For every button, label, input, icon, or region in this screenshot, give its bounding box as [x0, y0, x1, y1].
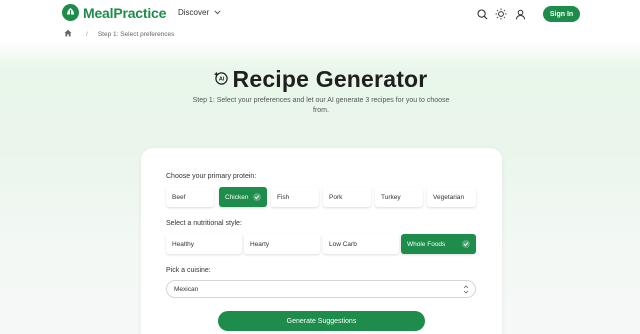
option-label: Fish — [277, 193, 290, 201]
sign-in-button[interactable]: Sign In — [543, 6, 580, 22]
discover-label: Discover — [178, 8, 210, 17]
style-option-healthy[interactable]: Healthy — [166, 234, 242, 254]
protein-option-turkey[interactable]: Turkey — [375, 187, 423, 207]
logo[interactable]: MealPractice — [62, 4, 166, 21]
generate-suggestions-button[interactable]: Generate Suggestions — [218, 311, 425, 331]
option-label: Beef — [172, 193, 186, 201]
top-navigation-bar: MealPractice Discover Sign In — [0, 0, 640, 28]
option-label: Whole Foods — [407, 240, 446, 248]
style-option-hearty[interactable]: Hearty — [244, 234, 320, 254]
option-label: Low Carb — [329, 240, 357, 248]
home-icon[interactable] — [64, 29, 72, 39]
protein-label: Choose your primary protein: — [166, 173, 257, 180]
page-title: AI Recipe Generator — [0, 66, 640, 93]
style-label: Select a nutritional style: — [166, 220, 242, 227]
option-label: Hearty — [250, 240, 270, 248]
option-label: Chicken — [225, 193, 249, 201]
breadcrumb: / Step 1: Select preferences — [64, 29, 174, 39]
option-label: Pork — [329, 193, 343, 201]
protein-option-pork[interactable]: Pork — [323, 187, 371, 207]
ai-spark-icon: AI — [213, 70, 228, 90]
style-option-whole-foods[interactable]: Whole Foods — [401, 234, 476, 254]
search-icon[interactable] — [476, 8, 488, 20]
breadcrumb-separator: / — [86, 30, 88, 38]
option-label: Turkey — [381, 193, 401, 201]
page-title-text: Recipe Generator — [232, 66, 428, 92]
chevron-down-icon — [214, 10, 221, 15]
svg-text:AI: AI — [218, 76, 224, 82]
breadcrumb-current: Step 1: Select preferences — [97, 30, 175, 38]
protein-option-vegetarian[interactable]: Vegetarian — [427, 187, 476, 207]
sun-icon[interactable] — [495, 8, 507, 20]
preferences-card: Choose your primary protein: Beef Chicke… — [141, 148, 502, 334]
check-icon — [253, 193, 261, 201]
cuisine-select-value: Mexican — [174, 285, 199, 293]
check-icon — [462, 240, 470, 248]
page-subtitle: Step 1: Select your preferences and let … — [192, 97, 450, 114]
option-label: Healthy — [172, 240, 195, 248]
protein-option-beef[interactable]: Beef — [166, 187, 214, 207]
cuisine-select[interactable]: Mexican — [166, 280, 476, 298]
discover-menu[interactable]: Discover — [178, 8, 221, 17]
style-option-low-carb[interactable]: Low Carb — [323, 234, 399, 254]
select-arrows-icon — [463, 284, 469, 297]
cuisine-label: Pick a cuisine: — [166, 267, 211, 274]
user-icon[interactable] — [514, 8, 526, 20]
logo-text: MealPractice — [83, 4, 167, 21]
protein-option-fish[interactable]: Fish — [271, 187, 319, 207]
option-label: Vegetarian — [433, 193, 465, 201]
protein-option-chicken[interactable]: Chicken — [219, 187, 267, 207]
logo-leaf-icon — [62, 4, 79, 21]
